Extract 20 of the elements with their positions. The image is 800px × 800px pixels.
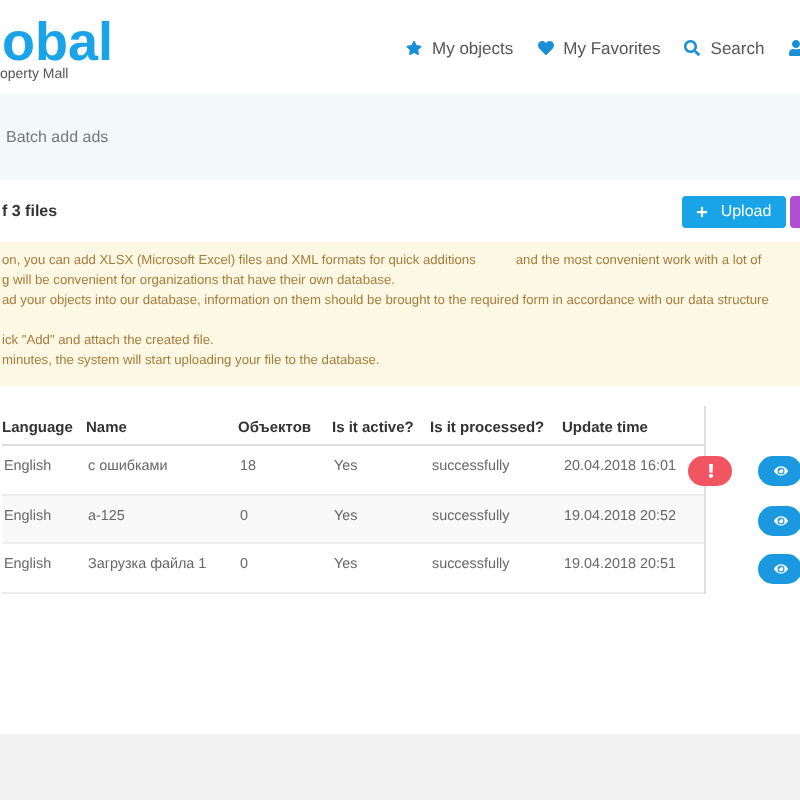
star-icon <box>406 40 422 57</box>
nav-link[interactable]: Search <box>684 36 765 62</box>
view-button[interactable] <box>758 456 800 486</box>
nav-link[interactable] <box>788 40 800 57</box>
logo-title: obal <box>2 16 114 68</box>
eye-icon <box>773 464 787 478</box>
view-button[interactable] <box>758 505 800 535</box>
user-icon <box>788 40 800 57</box>
heart-icon <box>537 40 554 57</box>
nav-link[interactable]: My objects <box>406 36 514 62</box>
error-button[interactable] <box>688 456 732 486</box>
files-title: f 3 files <box>2 199 58 223</box>
nav-link[interactable]: My Favorites <box>537 36 661 62</box>
plus-icon <box>696 206 709 218</box>
eye-icon <box>773 562 787 576</box>
breadcrumb: Batch add ads <box>6 125 109 149</box>
exclamation-icon <box>705 464 715 478</box>
search-icon <box>684 40 701 57</box>
view-button[interactable] <box>758 554 800 584</box>
eye-icon <box>773 513 787 527</box>
